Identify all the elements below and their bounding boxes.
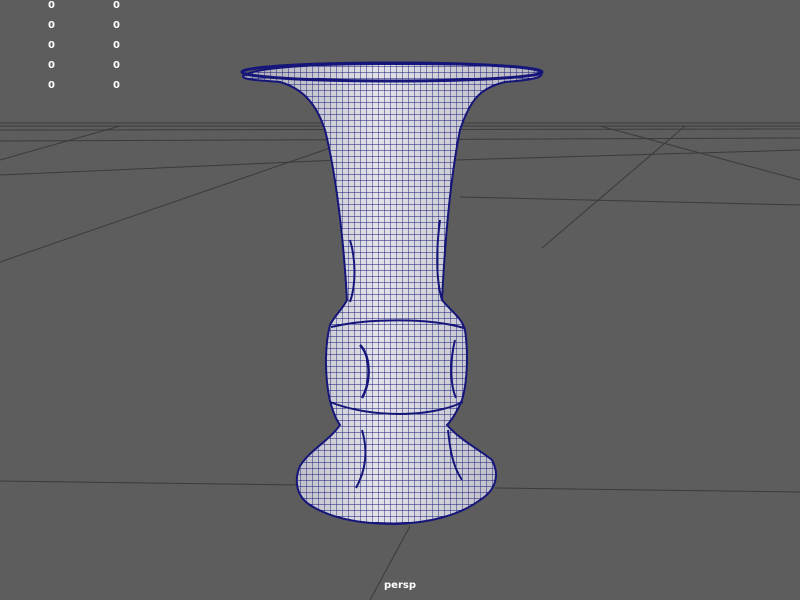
grid-line	[0, 147, 331, 263]
grid-line	[454, 149, 800, 161]
grid-line	[599, 125, 800, 181]
camera-name-label: persp	[384, 580, 416, 591]
hud-value: 0	[48, 40, 55, 51]
grid-line	[0, 125, 121, 161]
hud-value: 0	[113, 40, 120, 51]
grid-line	[459, 196, 800, 206]
hud-value: 0	[48, 80, 55, 91]
hud-value: 0	[48, 20, 55, 31]
vase-mesh[interactable]	[230, 55, 560, 535]
scene-canvas[interactable]	[0, 0, 800, 600]
hud-value: 0	[48, 0, 55, 11]
grid-line	[541, 125, 686, 249]
grid-line	[494, 487, 800, 493]
perspective-viewport[interactable]: 0 0 0 0 0 0 0 0 0 0 persp	[0, 0, 800, 600]
hud-value: 0	[113, 0, 120, 11]
hud-value: 0	[113, 20, 120, 31]
hud-value: 0	[48, 60, 55, 71]
grid-line	[0, 480, 301, 486]
hud-value: 0	[113, 60, 120, 71]
hud-value: 0	[113, 80, 120, 91]
